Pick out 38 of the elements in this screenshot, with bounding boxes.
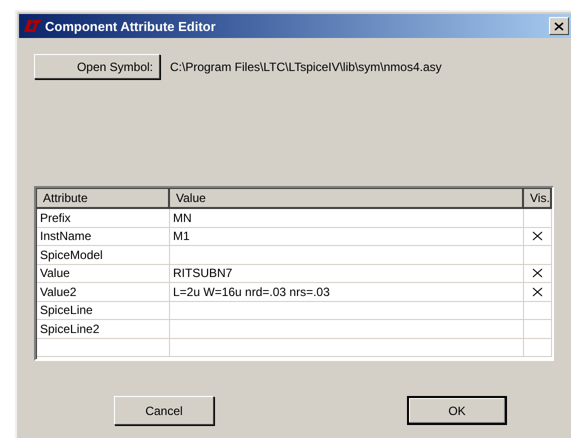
table-cell[interactable] xyxy=(524,320,552,338)
table-cell[interactable]: RITSUBN7 xyxy=(170,264,524,283)
logo-icon xyxy=(23,19,41,33)
table-cell: Prefix xyxy=(37,209,170,228)
close-icon xyxy=(554,22,564,30)
visible-mark-icon xyxy=(532,231,543,242)
visible-mark-icon xyxy=(532,286,543,297)
table-cell[interactable] xyxy=(524,228,552,246)
close-button[interactable] xyxy=(549,17,569,35)
column-header[interactable]: Vis. xyxy=(524,189,552,209)
symbol-path: C:\Program Files\LTC\LTspiceIV\lib\sym\nmos4.asy xyxy=(170,60,442,74)
window-title: Component Attribute Editor xyxy=(45,18,217,34)
column-header[interactable]: Attribute xyxy=(37,189,170,209)
table-cell[interactable] xyxy=(524,209,552,228)
table-cell: SpiceModel xyxy=(37,246,170,264)
table-cell[interactable] xyxy=(524,264,552,283)
table-cell: SpiceLine2 xyxy=(37,320,170,338)
table-cell[interactable]: L=2u W=16u nrd=.03 nrs=.03 xyxy=(170,283,524,302)
table-cell: InstName xyxy=(37,228,170,246)
ok-button[interactable]: OK xyxy=(407,396,507,425)
table-cell[interactable] xyxy=(524,246,552,264)
table-cell[interactable] xyxy=(524,338,552,357)
visible-mark-icon xyxy=(532,268,543,278)
table-cell[interactable] xyxy=(170,246,524,264)
open-symbol-button[interactable]: Open Symbol: xyxy=(34,54,160,79)
table-cell[interactable] xyxy=(170,302,524,320)
column-header[interactable]: Value xyxy=(170,189,524,209)
table-cell: Value2 xyxy=(37,283,170,302)
table-cell: Value xyxy=(37,264,170,283)
table-cell[interactable] xyxy=(37,338,170,357)
table-cell[interactable] xyxy=(524,283,552,302)
table-cell: SpiceLine xyxy=(37,302,170,320)
table-cell[interactable] xyxy=(524,302,552,320)
table-cell[interactable] xyxy=(170,338,524,357)
table-cell[interactable]: M1 xyxy=(170,228,524,246)
table-cell[interactable] xyxy=(170,320,524,338)
table-cell[interactable]: MN xyxy=(170,209,524,228)
cancel-button[interactable]: Cancel xyxy=(114,396,214,425)
